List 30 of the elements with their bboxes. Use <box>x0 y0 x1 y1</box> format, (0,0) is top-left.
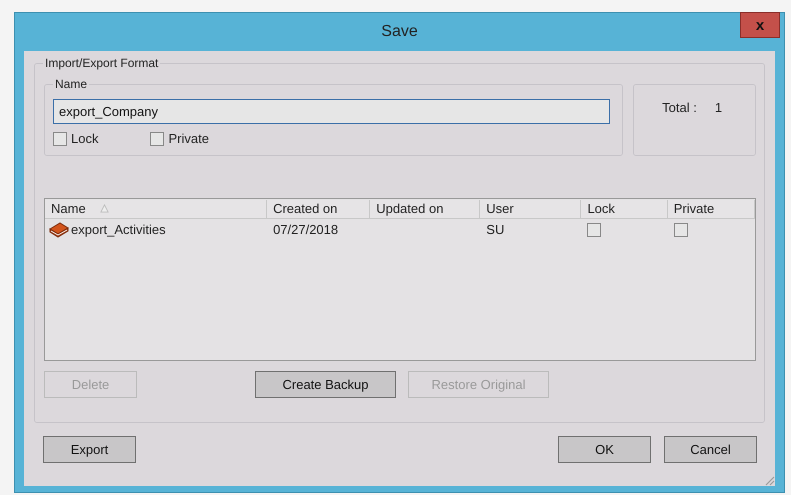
group-label: Import/Export Format <box>43 56 160 71</box>
checkbox[interactable] <box>53 132 67 146</box>
checkbox[interactable] <box>587 222 602 236</box>
column-header[interactable]: Name <box>45 200 268 218</box>
checkbox[interactable] <box>674 222 688 236</box>
cell-text: 07/27/2018 <box>272 221 340 239</box>
list-row[interactable]: export_Activities 07/27/2018 SU <box>45 219 755 240</box>
button[interactable]: OK <box>558 436 651 463</box>
button: Restore Original <box>408 371 549 398</box>
button[interactable]: Cancel <box>664 436 757 463</box>
column-header[interactable]: Private <box>668 200 755 218</box>
name-field[interactable]: export_Company <box>53 99 610 124</box>
book-icon <box>49 222 69 238</box>
cell-text: export_Activities <box>71 222 166 237</box>
close-button[interactable]: x <box>740 12 780 38</box>
checkbox-label: Lock <box>71 131 98 146</box>
cell-text: SU <box>485 221 506 239</box>
button[interactable]: Create Backup <box>255 371 396 398</box>
total-label: Total : <box>662 100 697 117</box>
column-header[interactable]: Created on <box>267 200 370 218</box>
column-header[interactable]: Updated on <box>370 200 480 218</box>
button: Delete <box>44 371 137 398</box>
column-header[interactable]: Lock <box>581 200 668 218</box>
window-title: Save <box>381 23 418 41</box>
checkbox-label: Private <box>168 131 209 146</box>
resize-grip-icon[interactable] <box>763 474 775 486</box>
checkbox[interactable] <box>150 132 164 146</box>
total-value: 1 <box>714 100 722 117</box>
column-header[interactable]: User <box>480 200 582 218</box>
button[interactable]: Export <box>43 436 136 463</box>
